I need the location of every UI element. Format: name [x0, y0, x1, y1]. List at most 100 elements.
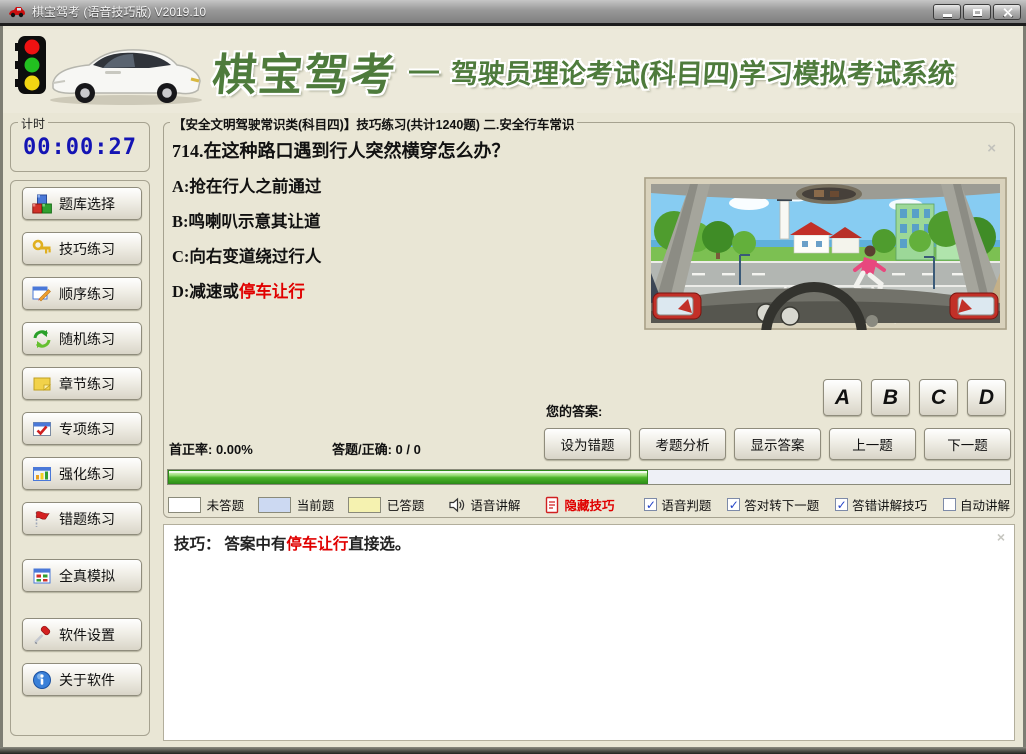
maximize-icon: [972, 8, 982, 16]
tip-close-icon[interactable]: ×: [997, 530, 1005, 544]
current-question-label: 当前题: [296, 499, 335, 513]
app-window: 棋宝驾考 (语音技巧版) V2019.10 棋宝驾考 — 驾驶员理论考试(科目四…: [0, 0, 1026, 754]
legend-row: 未答题 当前题 已答题 语音讲解 隐藏技巧 ✓ 语音判题 ✓ 答对转下一题 ✓ …: [168, 495, 1012, 514]
answer-button-d[interactable]: D: [967, 379, 1006, 416]
sidebar-item-about[interactable]: 关于软件: [22, 663, 142, 696]
progress-fill: [168, 470, 648, 484]
progress-bar: [167, 469, 1011, 485]
sidebar-item-label: 强化练习: [59, 465, 115, 482]
tip-text: 技巧： 答案中有停车让行直接选。: [174, 536, 411, 553]
hide-tip-doc-icon[interactable]: [544, 496, 560, 514]
screwdriver-icon: [34, 625, 51, 644]
app-subtitle: 驾驶员理论考试(科目四)学习模拟考试系统: [450, 58, 956, 89]
question-close-icon[interactable]: ×: [987, 141, 996, 156]
question-category: 【安全文明驾驶常识类(科目四)】技巧练习(共计1240题) 二.安全行车常识: [170, 114, 578, 133]
answered-swatch: [348, 496, 381, 513]
auto-explain-label: 自动讲解: [960, 499, 1011, 513]
voice-judge-checkbox[interactable]: ✓: [644, 497, 658, 512]
answer-button-b[interactable]: B: [871, 379, 910, 416]
your-answer-label: 您的答案:: [546, 404, 603, 419]
sidebar-item-label: 随机练习: [59, 330, 115, 347]
nav-groupbox: 题库选择 技巧练习 顺序练习 随机练习 章节练习 专项练习 强化练习 错题练习 …: [10, 180, 150, 736]
minimize-button[interactable]: [933, 4, 961, 20]
app-brand: 棋宝驾考: [210, 51, 399, 100]
check-icon: ✓: [836, 497, 847, 512]
sidebar-item-label: 关于软件: [59, 671, 115, 688]
option-a: A:抢在行人之前通过: [172, 177, 322, 196]
sidebar-item-label: 章节练习: [59, 375, 115, 392]
window-title: 棋宝驾考 (语音技巧版) V2019.10: [32, 5, 207, 19]
checked-window-icon: [33, 421, 51, 436]
brand-dash: —: [409, 54, 439, 87]
answered-correct-count: 答题/正确: 0 / 0: [332, 442, 421, 457]
question-image: [644, 177, 1007, 388]
answered-label: 已答题: [386, 499, 425, 513]
key-icon: [32, 239, 51, 253]
title-bar: 棋宝驾考 (语音技巧版) V2019.10: [0, 0, 1026, 26]
auto-explain-checkbox[interactable]: [943, 498, 956, 511]
unanswered-swatch: [168, 496, 201, 513]
action-buttons: 设为错题 考题分析 显示答案 上一题 下一题: [544, 428, 1011, 460]
info-icon: [33, 670, 51, 689]
explain-on-wrong-checkbox[interactable]: ✓: [835, 497, 849, 512]
cubes-icon: [32, 194, 52, 213]
sticky-note-icon: [33, 377, 52, 391]
banner-car-image: [45, 41, 207, 112]
option-d: D:减速或停车让行: [172, 282, 305, 301]
check-icon: ✓: [728, 497, 739, 512]
check-icon: ✓: [645, 497, 656, 512]
window-border-left: [0, 26, 3, 754]
grid-window-icon: [33, 568, 51, 583]
header-banner: 棋宝驾考 — 驾驶员理论考试(科目四)学习模拟考试系统: [3, 29, 1023, 113]
answer-buttons: A B C D: [823, 379, 1006, 416]
sidebar-item-full-mock-exam[interactable]: 全真模拟: [22, 559, 142, 592]
explain-on-wrong-label: 答错讲解技巧: [852, 499, 928, 513]
maximize-button[interactable]: [963, 4, 991, 20]
voice-explain-label[interactable]: 语音讲解: [470, 495, 520, 514]
current-question-swatch: [258, 496, 291, 513]
unanswered-label: 未答题: [206, 499, 245, 513]
sidebar-item-sequential-practice[interactable]: 顺序练习: [22, 277, 142, 310]
hide-tip-label[interactable]: 隐藏技巧: [564, 495, 614, 514]
option-c: C:向右变道绕过行人: [172, 247, 322, 266]
car-app-icon: [8, 5, 26, 18]
close-button[interactable]: [993, 4, 1021, 20]
answer-button-c[interactable]: C: [919, 379, 958, 416]
auto-next-checkbox[interactable]: ✓: [727, 497, 741, 512]
sidebar-item-special-practice[interactable]: 专项练习: [22, 412, 142, 445]
next-question-button[interactable]: 下一题: [924, 428, 1011, 460]
sidebar-item-skill-practice[interactable]: 技巧练习: [22, 232, 142, 265]
voice-judge-label: 语音判题: [661, 499, 712, 513]
sidebar-item-label: 软件设置: [59, 626, 115, 643]
sidebar-item-intensive-practice[interactable]: 强化练习: [22, 457, 142, 490]
sidebar-item-label: 全真模拟: [59, 567, 115, 584]
traffic-light-icon: [15, 35, 49, 102]
answer-button-a[interactable]: A: [823, 379, 862, 416]
pencil-window-icon: [32, 286, 51, 301]
options-list: A:抢在行人之前通过 B:鸣喇叭示意其让道 C:向右变道绕过行人 D:减速或停车…: [172, 175, 321, 315]
sidebar-item-wrong-questions[interactable]: 错题练习: [22, 502, 142, 535]
question-title: 714.在这种路口遇到行人突然横穿怎么办？: [172, 141, 510, 161]
tip-panel: 技巧： 答案中有停车让行直接选。 ×: [163, 524, 1015, 741]
sidebar-item-question-bank[interactable]: 题库选择: [22, 187, 142, 220]
sidebar-item-label: 专项练习: [59, 420, 115, 437]
window-border-bottom: [0, 747, 1026, 754]
mark-wrong-button[interactable]: 设为错题: [544, 428, 631, 460]
sidebar-item-label: 错题练习: [59, 510, 115, 527]
speaker-icon[interactable]: [448, 496, 466, 514]
question-panel: 【安全文明驾驶常识类(科目四)】技巧练习(共计1240题) 二.安全行车常识 ×…: [163, 114, 1015, 518]
timer-label: 计时: [18, 115, 49, 132]
sidebar-item-label: 顺序练习: [59, 285, 115, 302]
option-b: B:鸣喇叭示意其让道: [172, 212, 321, 231]
bar-chart-icon: [33, 466, 51, 481]
red-flag-icon: [35, 510, 50, 527]
previous-question-button[interactable]: 上一题: [829, 428, 916, 460]
sidebar-item-random-practice[interactable]: 随机练习: [22, 322, 142, 355]
sidebar-item-chapter-practice[interactable]: 章节练习: [22, 367, 142, 400]
close-icon: [1002, 7, 1013, 18]
sidebar-item-label: 技巧练习: [59, 240, 115, 257]
shuffle-arrows-icon: [33, 329, 51, 348]
show-answer-button[interactable]: 显示答案: [734, 428, 821, 460]
analysis-button[interactable]: 考题分析: [639, 428, 726, 460]
sidebar-item-settings[interactable]: 软件设置: [22, 618, 142, 651]
